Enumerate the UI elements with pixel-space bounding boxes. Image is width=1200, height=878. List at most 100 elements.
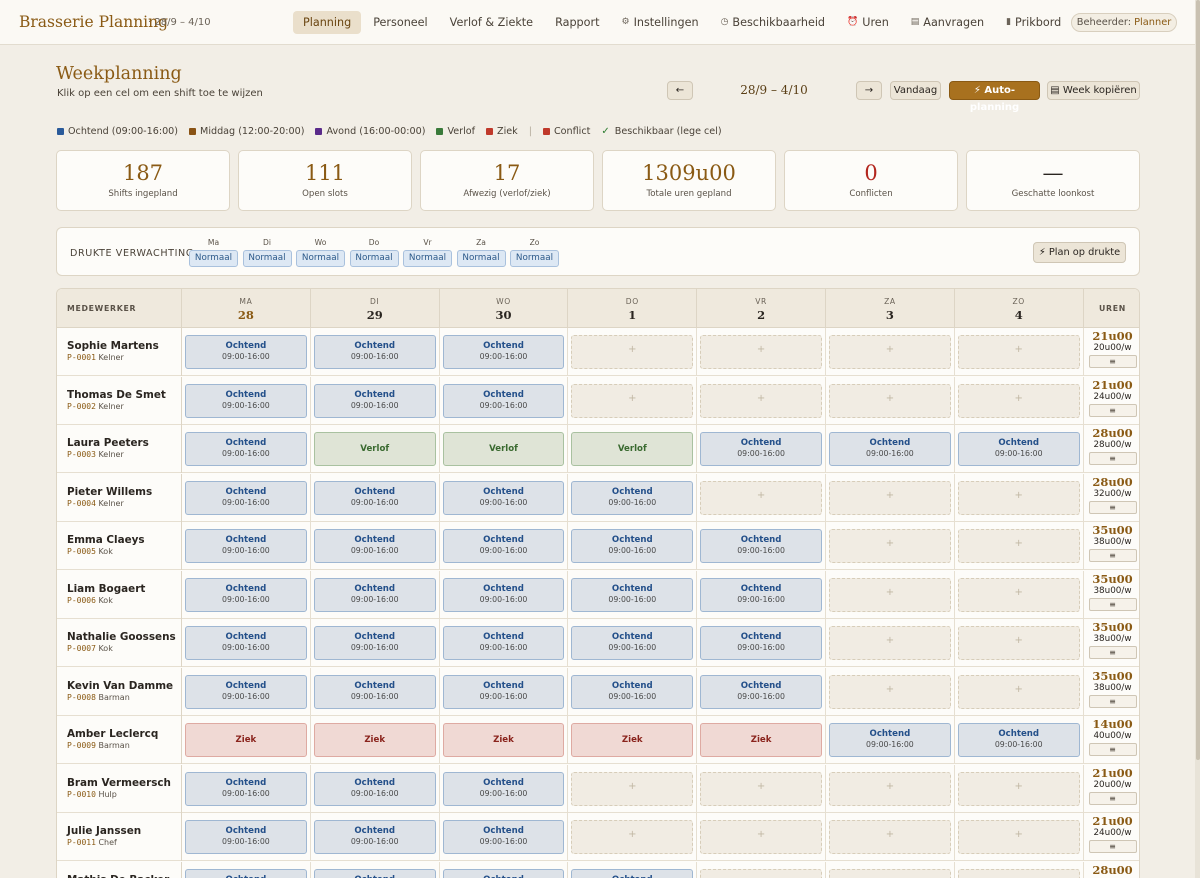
shift-ochtend[interactable]: Ochtend09:00-16:00: [442, 674, 565, 709]
shift-ochtend[interactable]: Ochtend09:00-16:00: [571, 577, 694, 612]
shift-ochtend[interactable]: Ochtend09:00-16:00: [185, 771, 307, 806]
hours-detail-button[interactable]: ≡: [1088, 646, 1137, 659]
employee-cell[interactable]: Julie Janssen P-0011 Chef: [57, 813, 182, 861]
hours-detail-button[interactable]: ≡: [1088, 500, 1137, 514]
shift-ochtend[interactable]: Ochtend09:00-16:00: [313, 529, 436, 563]
empty-slot[interactable]: +: [700, 383, 822, 418]
shift-ochtend[interactable]: Ochtend09:00-16:00: [185, 432, 307, 466]
employee-cell[interactable]: Thomas De Smet P-0002 Kelner: [57, 376, 182, 425]
empty-slot[interactable]: +: [829, 383, 951, 418]
app-title[interactable]: Brasserie Planning: [19, 13, 168, 31]
shift-ziek[interactable]: Ziek: [442, 723, 565, 757]
hours-detail-button[interactable]: ≡: [1088, 597, 1137, 611]
shift-ochtend[interactable]: Ochtend09:00-16:00: [313, 674, 436, 709]
empty-slot[interactable]: +: [957, 626, 1080, 660]
shift-ziek[interactable]: Ziek: [313, 723, 436, 757]
empty-slot[interactable]: +: [571, 820, 694, 854]
shift-ochtend[interactable]: Ochtend09:00-16:00: [313, 480, 436, 515]
employee-cell[interactable]: Nathalie Goossens P-0007 Kok: [57, 619, 182, 667]
shift-ochtend[interactable]: Ochtend09:00-16:00: [185, 335, 307, 369]
shift-ochtend[interactable]: Ochtend09:00-16:00: [185, 577, 307, 612]
shift-ziek[interactable]: Ziek: [571, 723, 694, 757]
shift-ochtend[interactable]: Ochtend09:00-16:00: [442, 383, 565, 418]
plan-on-drukte-button[interactable]: ⚡ Plan op drukte: [1033, 242, 1126, 263]
nav-prikbord[interactable]: ▮ Prikbord: [996, 11, 1071, 34]
nav-uren[interactable]: ⏰ Uren: [837, 11, 899, 34]
empty-slot[interactable]: +: [957, 868, 1080, 878]
shift-ochtend[interactable]: Ochtend09:00-16:00: [313, 383, 436, 418]
empty-slot[interactable]: +: [957, 577, 1080, 612]
shift-ochtend[interactable]: Ochtend09:00-16:00: [313, 626, 436, 660]
shift-ochtend[interactable]: Ochtend09:00-16:00: [442, 626, 565, 660]
empty-slot[interactable]: +: [957, 383, 1080, 418]
empty-slot[interactable]: +: [829, 335, 951, 369]
shift-ochtend[interactable]: Ochtend09:00-16:00: [571, 480, 694, 515]
shift-ochtend[interactable]: Ochtend09:00-16:00: [700, 432, 822, 466]
drukte-level-badge[interactable]: Normaal: [510, 250, 559, 267]
shift-ochtend[interactable]: Ochtend09:00-16:00: [185, 626, 307, 660]
copy-week-button[interactable]: ▤ Week kopiëren: [1047, 81, 1140, 100]
employee-cell[interactable]: Bram Vermeersch P-0010 Hulp: [57, 764, 182, 813]
shift-ochtend[interactable]: Ochtend09:00-16:00: [571, 674, 694, 709]
empty-slot[interactable]: +: [571, 335, 694, 369]
shift-verlof[interactable]: Verlof: [442, 432, 565, 466]
shift-ochtend[interactable]: Ochtend09:00-16:00: [313, 820, 436, 854]
employee-cell[interactable]: Sophie Martens P-0001 Kelner: [57, 328, 182, 376]
nav-verlof-ziekte[interactable]: Verlof & Ziekte: [440, 11, 543, 34]
nav-instellingen[interactable]: ⚙ Instellingen: [612, 11, 709, 34]
shift-ochtend[interactable]: Ochtend09:00-16:00: [313, 868, 436, 878]
shift-ziek[interactable]: Ziek: [185, 723, 307, 757]
nav-personeel[interactable]: Personeel: [363, 11, 437, 34]
shift-ochtend[interactable]: Ochtend09:00-16:00: [571, 868, 694, 878]
hours-detail-button[interactable]: ≡: [1088, 452, 1137, 465]
shift-ochtend[interactable]: Ochtend09:00-16:00: [700, 674, 822, 709]
today-button[interactable]: Vandaag: [890, 81, 941, 100]
empty-slot[interactable]: +: [957, 674, 1080, 709]
employee-cell[interactable]: Kevin Van Damme P-0008 Barman: [57, 667, 182, 716]
empty-slot[interactable]: +: [829, 868, 951, 878]
shift-ochtend[interactable]: Ochtend09:00-16:00: [185, 820, 307, 854]
shift-verlof[interactable]: Verlof: [313, 432, 436, 466]
drukte-level-badge[interactable]: Normaal: [456, 250, 506, 267]
auto-planning-button[interactable]: ⚡ Auto-planning: [949, 81, 1040, 113]
shift-ochtend[interactable]: Ochtend09:00-16:00: [700, 577, 822, 612]
nav-beschikbaarheid[interactable]: ◷ Beschikbaarheid: [711, 11, 835, 34]
hours-detail-button[interactable]: ≡: [1088, 549, 1137, 562]
empty-slot[interactable]: +: [829, 626, 951, 660]
empty-slot[interactable]: +: [700, 868, 822, 878]
empty-slot[interactable]: +: [829, 529, 951, 563]
drukte-level-badge[interactable]: Normaal: [349, 250, 399, 267]
shift-ochtend[interactable]: Ochtend09:00-16:00: [442, 577, 565, 612]
shift-ochtend[interactable]: Ochtend09:00-16:00: [571, 529, 694, 563]
empty-slot[interactable]: +: [571, 771, 694, 806]
shift-ochtend[interactable]: Ochtend09:00-16:00: [185, 868, 307, 878]
shift-ochtend[interactable]: Ochtend09:00-16:00: [185, 383, 307, 418]
shift-ochtend[interactable]: Ochtend09:00-16:00: [571, 626, 694, 660]
drukte-level-badge[interactable]: Normaal: [296, 250, 345, 267]
employee-cell[interactable]: Pieter Willems P-0004 Kelner: [57, 473, 182, 522]
shift-ochtend[interactable]: Ochtend09:00-16:00: [442, 820, 565, 854]
employee-cell[interactable]: Liam Bogaert P-0006 Kok: [57, 570, 182, 619]
hours-detail-button[interactable]: ≡: [1088, 840, 1137, 853]
next-week-button[interactable]: →: [856, 81, 882, 100]
shift-ochtend[interactable]: Ochtend09:00-16:00: [185, 529, 307, 563]
user-badge[interactable]: Beheerder: Planner: [1071, 13, 1177, 32]
shift-ochtend[interactable]: Ochtend09:00-16:00: [185, 674, 307, 709]
hours-detail-button[interactable]: ≡: [1088, 694, 1137, 708]
drukte-level-badge[interactable]: Normaal: [242, 250, 292, 267]
shift-ochtend[interactable]: Ochtend09:00-16:00: [313, 771, 436, 806]
hours-detail-button[interactable]: ≡: [1088, 403, 1137, 417]
drukte-level-badge[interactable]: Normaal: [403, 250, 452, 267]
empty-slot[interactable]: +: [700, 771, 822, 806]
empty-slot[interactable]: +: [700, 335, 822, 369]
empty-slot[interactable]: +: [829, 577, 951, 612]
nav-rapport[interactable]: Rapport: [545, 11, 609, 34]
shift-ochtend[interactable]: Ochtend09:00-16:00: [700, 529, 822, 563]
shift-ochtend[interactable]: Ochtend09:00-16:00: [957, 432, 1080, 466]
hours-detail-button[interactable]: ≡: [1088, 355, 1137, 368]
shift-ochtend[interactable]: Ochtend09:00-16:00: [185, 480, 307, 515]
shift-ochtend[interactable]: Ochtend09:00-16:00: [829, 432, 951, 466]
empty-slot[interactable]: +: [957, 820, 1080, 854]
employee-cell[interactable]: Emma Claeys P-0005 Kok: [57, 522, 182, 570]
shift-ochtend[interactable]: Ochtend09:00-16:00: [700, 626, 822, 660]
